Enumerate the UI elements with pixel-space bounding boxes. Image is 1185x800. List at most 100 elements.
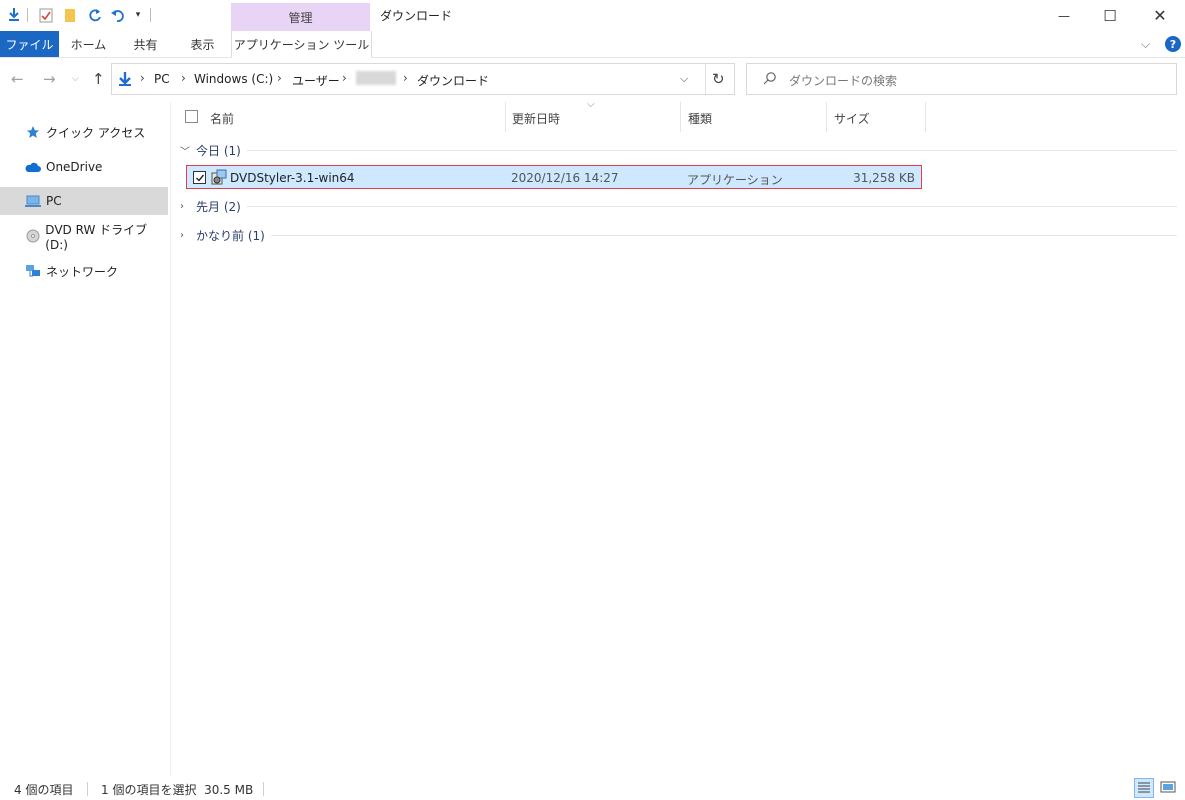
breadcrumb-chevron-icon[interactable]: › <box>181 71 186 85</box>
network-icon <box>25 264 41 278</box>
chevron-right-icon: › <box>180 200 184 212</box>
search-input[interactable]: ダウンロードの検索 <box>746 63 1177 95</box>
chevron-down-icon: ﹀ <box>180 146 190 158</box>
folder-icon[interactable] <box>62 7 78 23</box>
customize-icon[interactable]: ▾ <box>130 7 146 23</box>
chevron-right-icon: › <box>180 229 184 241</box>
item-count: 4 個の項目 <box>14 783 74 797</box>
up-arrow-icon[interactable]: ↑ <box>92 70 105 88</box>
download-folder-icon <box>118 71 132 90</box>
breadcrumb-chevron-icon[interactable]: › <box>342 71 347 85</box>
back-arrow-icon[interactable]: ← <box>11 70 24 88</box>
properties-icon[interactable] <box>6 7 22 23</box>
toolbar-separator <box>150 8 151 22</box>
disc-icon <box>25 229 40 243</box>
selection-info: 1 個の項目を選択 30.5 MB <box>101 783 254 797</box>
undo-icon[interactable] <box>110 7 126 23</box>
column-divider[interactable] <box>680 102 681 132</box>
column-divider[interactable] <box>925 102 926 132</box>
tab-view[interactable]: 表示 <box>174 31 231 57</box>
group-last-month[interactable]: › 先月 (2) <box>180 196 1177 216</box>
help-icon[interactable]: ? <box>1165 36 1181 52</box>
group-long-ago[interactable]: › かなり前 (1) <box>180 225 1177 245</box>
group-divider <box>270 234 1177 236</box>
file-modified: 2020/12/16 14:27 <box>511 171 619 185</box>
group-label: 今日 (1) <box>196 143 241 158</box>
tab-share[interactable]: 共有 <box>117 31 174 57</box>
breadcrumb-chevron-icon[interactable]: › <box>277 71 282 85</box>
title-bar: ▾ 管理 ダウンロード — ☐ ✕ <box>0 0 1185 31</box>
sidebar-item-label: PC <box>46 194 62 208</box>
sidebar-item-label: クイック アクセス <box>46 125 146 140</box>
select-all-checkbox[interactable] <box>185 110 198 123</box>
redo-icon[interactable] <box>87 7 103 23</box>
details-view-icon <box>1137 781 1151 796</box>
tab-file[interactable]: ファイル <box>0 31 59 57</box>
column-header-row: 名前 ⌵ 更新日時 種類 サイズ <box>171 99 1185 132</box>
address-separator <box>705 64 706 94</box>
address-history-chevron-icon[interactable]: ⌵ <box>680 72 688 86</box>
breadcrumb-chevron-icon[interactable]: › <box>140 71 145 85</box>
sidebar-item-network[interactable]: ネットワーク <box>0 257 168 285</box>
breadcrumb-chevron-icon[interactable]: › <box>403 71 408 85</box>
blurred-username-crumb[interactable] <box>356 71 396 85</box>
group-label: かなり前 (1) <box>196 228 265 243</box>
sidebar-item-label: OneDrive <box>46 160 103 174</box>
breadcrumb-downloads[interactable]: ダウンロード <box>417 72 489 89</box>
close-button[interactable]: ✕ <box>1137 0 1183 31</box>
column-header-name[interactable]: 名前 <box>210 110 234 127</box>
cloud-icon <box>25 161 41 173</box>
tab-home[interactable]: ホーム <box>60 31 117 57</box>
file-type: アプリケーション <box>687 173 783 187</box>
minimize-icon: — <box>1058 8 1070 23</box>
group-divider <box>246 205 1177 207</box>
column-divider[interactable] <box>505 102 506 132</box>
address-bar[interactable]: › PC › Windows (C:) › ユーザー › › ダウンロード ⌵ … <box>111 63 735 95</box>
sidebar-item-onedrive[interactable]: OneDrive <box>0 153 168 181</box>
status-bar: 4 個の項目 1 個の項目を選択 30.5 MB <box>0 776 1185 800</box>
tab-application-tools[interactable]: アプリケーション ツール <box>231 31 372 58</box>
toolbar-separator <box>27 8 28 22</box>
large-icons-view-icon <box>1160 781 1176 796</box>
sidebar-item-quick-access[interactable]: クイック アクセス <box>0 118 168 146</box>
manage-tab[interactable]: 管理 <box>231 3 370 31</box>
column-header-type[interactable]: 種類 <box>688 110 712 127</box>
ribbon-expand-chevron-icon[interactable]: ⌵ <box>1141 37 1150 52</box>
maximize-icon: ☐ <box>1103 6 1117 25</box>
computer-icon <box>25 195 41 208</box>
column-divider[interactable] <box>826 102 827 132</box>
table-row[interactable]: DVDStyler-3.1-win64 2020/12/16 14:27 アプリ… <box>186 165 922 189</box>
navigation-pane: クイック アクセス OneDrive PC DVD RW ドライブ (D:) ネ… <box>0 102 171 776</box>
star-icon <box>25 125 41 139</box>
sidebar-item-label: ネットワーク <box>46 264 119 279</box>
minimize-button[interactable]: — <box>1041 0 1087 31</box>
search-placeholder: ダウンロードの検索 <box>789 74 898 88</box>
details-view-button[interactable] <box>1134 778 1154 798</box>
row-checkbox[interactable] <box>193 171 206 184</box>
forward-arrow-icon[interactable]: → <box>43 70 56 88</box>
check-icon[interactable] <box>38 7 54 23</box>
large-icons-view-button[interactable] <box>1158 778 1178 798</box>
maximize-button[interactable]: ☐ <box>1087 0 1133 31</box>
column-header-modified[interactable]: 更新日時 <box>512 110 560 127</box>
sidebar-item-dvd-drive[interactable]: DVD RW ドライブ (D:) <box>0 222 168 252</box>
file-name: DVDStyler-3.1-win64 <box>230 171 355 185</box>
group-label: 先月 (2) <box>196 199 241 214</box>
sort-chevron-icon: ⌵ <box>587 99 595 110</box>
group-today[interactable]: ﹀ 今日 (1) <box>180 140 1177 160</box>
recent-locations-chevron-icon[interactable]: ⌵ <box>72 74 79 84</box>
sidebar-item-label: DVD RW ドライブ (D:) <box>45 222 148 252</box>
close-icon: ✕ <box>1153 6 1167 25</box>
breadcrumb-pc[interactable]: PC <box>154 72 170 86</box>
ribbon-tabs: ファイル ホーム 共有 表示 アプリケーション ツール ⌵ ? <box>0 31 1185 58</box>
breadcrumb-windows-c[interactable]: Windows (C:) <box>194 72 273 86</box>
window-title: ダウンロード <box>380 9 453 23</box>
group-divider <box>246 149 1177 151</box>
column-header-size[interactable]: サイズ <box>834 110 870 127</box>
sidebar-item-pc[interactable]: PC <box>0 187 168 215</box>
breadcrumb-users[interactable]: ユーザー <box>292 72 340 89</box>
file-size: 31,258 KB <box>853 171 915 185</box>
status-divider <box>87 782 88 796</box>
installer-app-icon <box>210 169 228 189</box>
refresh-icon[interactable]: ↻ <box>712 70 725 88</box>
